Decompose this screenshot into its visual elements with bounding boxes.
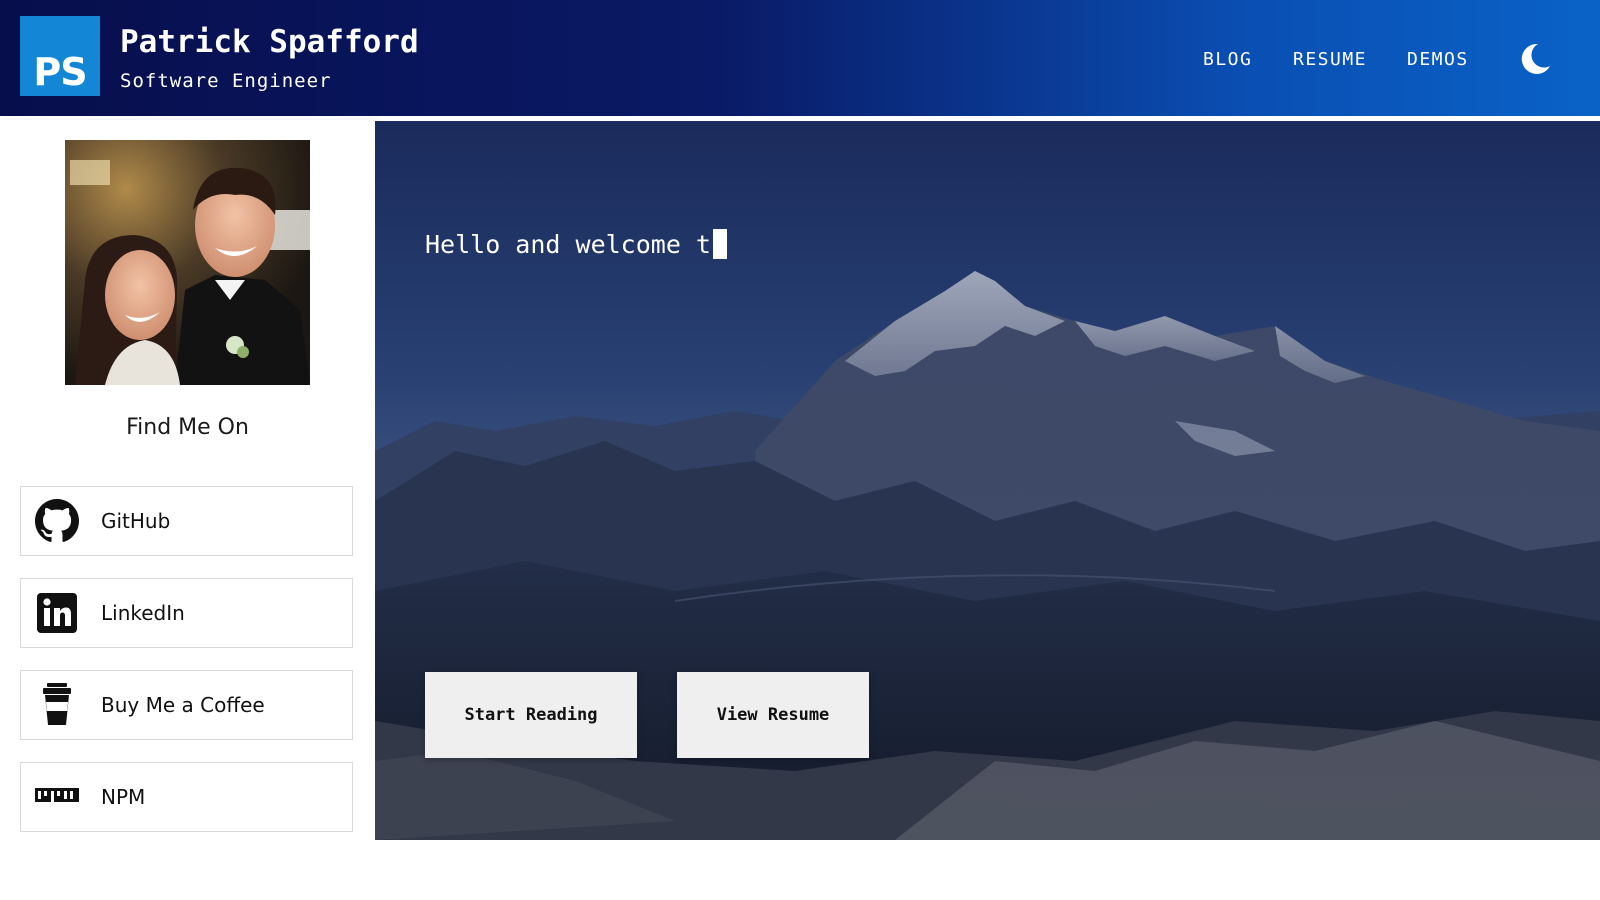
site-tagline: Software Engineer [120,70,332,92]
nav-resume-link[interactable]: RESUME [1293,49,1367,70]
coffee-cup-icon [33,681,81,729]
social-link-label: NPM [101,785,146,809]
site-title[interactable]: Patrick Spafford [120,24,419,60]
find-me-heading: Find Me On [126,415,249,440]
content-area [375,840,1600,900]
linkedin-icon [33,589,81,637]
profile-photo [65,140,310,385]
social-link-label: Buy Me a Coffee [101,693,265,717]
moon-icon [1521,43,1550,74]
social-link-github[interactable]: GitHub [20,486,353,556]
start-reading-button[interactable]: Start Reading [425,672,637,758]
social-link-label: LinkedIn [101,601,185,625]
site-header: PS Patrick Spafford Software Engineer BL… [0,0,1600,116]
social-link-buy-me-a-coffee[interactable]: Buy Me a Coffee [20,670,353,740]
social-link-npm[interactable]: NPM [20,762,353,832]
social-link-label: GitHub [101,509,171,533]
site-logo[interactable]: PS [20,16,100,96]
typing-headline: Hello and welcome t [425,229,727,259]
nav-demos-link[interactable]: DEMOS [1407,49,1469,70]
typing-cursor [712,229,727,259]
theme-toggle-button[interactable] [1518,42,1552,76]
view-resume-button[interactable]: View Resume [677,672,869,758]
typed-text: Hello and welcome t [425,229,711,259]
npm-icon [33,773,81,821]
social-link-linkedin[interactable]: LinkedIn [20,578,353,648]
hero-section: Hello and welcome t Start Reading View R… [375,121,1600,840]
github-icon [33,497,81,545]
nav-blog-link[interactable]: BLOG [1203,49,1252,70]
